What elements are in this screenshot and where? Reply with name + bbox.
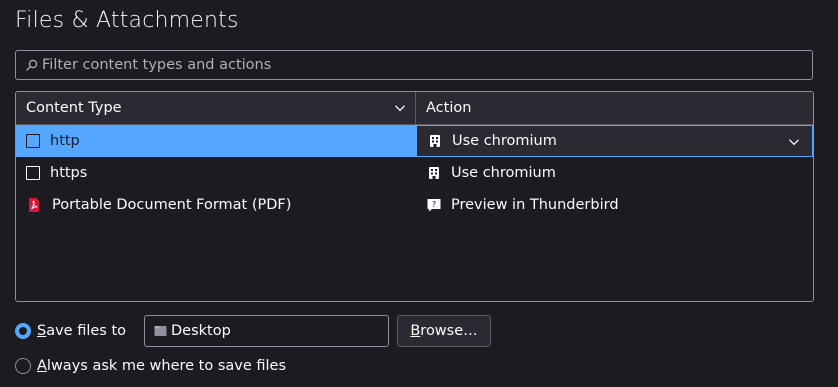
search-input[interactable]: [42, 51, 812, 79]
pdf-icon: [26, 197, 42, 213]
table-row[interactable]: http Use chromium: [16, 125, 813, 157]
content-type-label: https: [50, 165, 88, 181]
content-type-cell: http: [16, 125, 416, 157]
application-icon: [427, 133, 443, 149]
sort-chevron-down-icon: [394, 102, 406, 114]
action-label: Use chromium: [451, 165, 556, 181]
save-files-radio[interactable]: [15, 323, 31, 339]
action-cell[interactable]: ? Preview in Thunderbird: [416, 189, 813, 221]
action-label: Use chromium: [452, 133, 557, 149]
action-dropdown[interactable]: Use chromium: [416, 125, 813, 157]
content-types-table: Content Type Action http Use chromium ht…: [15, 91, 814, 302]
always-ask-label: Always ask me where to save files: [37, 358, 287, 374]
folder-value: Desktop: [171, 323, 231, 339]
search-box[interactable]: [15, 50, 813, 80]
table-row[interactable]: Portable Document Format (PDF) ? Preview…: [16, 189, 813, 221]
content-type-label: http: [50, 133, 80, 149]
search-icon: [25, 58, 39, 72]
table-header: Content Type Action: [16, 92, 813, 125]
always-ask-option[interactable]: Always ask me where to save files: [15, 350, 286, 382]
content-type-cell: https: [16, 157, 416, 189]
column-header-label: Content Type: [26, 100, 122, 116]
page-title: Files & Attachments: [15, 8, 239, 33]
application-icon: [426, 165, 442, 181]
chevron-down-icon: [788, 136, 800, 152]
folder-icon: [153, 324, 167, 338]
preview-icon: ?: [426, 197, 442, 213]
svg-text:?: ?: [432, 200, 436, 209]
action-label: Preview in Thunderbird: [451, 197, 619, 213]
column-header-label: Action: [426, 100, 472, 116]
action-cell[interactable]: Use chromium: [416, 157, 813, 189]
content-type-label: Portable Document Format (PDF): [52, 197, 292, 213]
browse-button[interactable]: Browse…: [397, 315, 491, 347]
checkbox-icon: [26, 134, 40, 148]
always-ask-radio[interactable]: [15, 358, 31, 374]
save-files-option[interactable]: Save files to: [15, 315, 126, 347]
files-attachments-panel: Files & Attachments Content Type Action: [0, 0, 838, 387]
table-row[interactable]: https Use chromium: [16, 157, 813, 189]
content-type-cell: Portable Document Format (PDF): [16, 189, 416, 221]
download-folder-field[interactable]: Desktop: [144, 315, 389, 347]
save-files-label: Save files to: [37, 323, 127, 339]
checkbox-icon: [26, 166, 40, 180]
column-header-content-type[interactable]: Content Type: [16, 92, 416, 124]
column-header-action[interactable]: Action: [416, 92, 813, 124]
